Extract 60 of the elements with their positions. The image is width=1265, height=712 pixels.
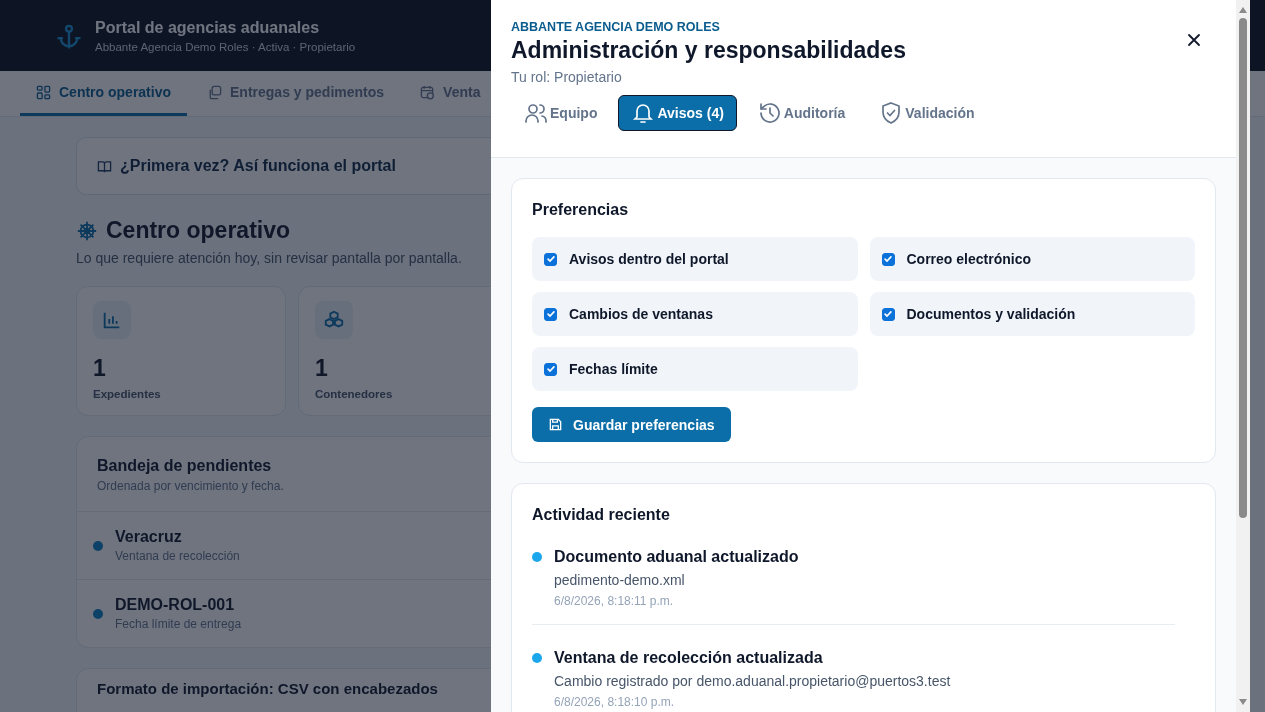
checkbox[interactable] xyxy=(544,252,557,266)
stat-icon xyxy=(93,301,131,339)
activity-time: 6/8/2026, 8:18:10 p.m. xyxy=(554,695,676,709)
stat-icon xyxy=(315,301,353,339)
activity-time: 6/8/2026, 8:18:11 p.m. xyxy=(554,594,675,608)
checkbox[interactable] xyxy=(544,307,557,321)
scrollbar[interactable] xyxy=(1236,0,1250,712)
users-icon xyxy=(524,101,548,125)
save-button[interactable]: Guardar preferencias xyxy=(532,407,731,442)
preference-option[interactable]: Avisos dentro del portal xyxy=(532,237,858,281)
status-dot xyxy=(93,608,103,619)
stat-label: Contenedores xyxy=(315,388,394,400)
close-icon xyxy=(1186,32,1202,48)
stat-label: Expedientes xyxy=(93,388,162,400)
card-title: Formato de importación: CSV con encabezados xyxy=(97,680,438,697)
pending-title: DEMO-ROL-001 xyxy=(115,596,236,614)
card-subtitle: Ordenada por vencimiento y fecha. xyxy=(97,479,284,493)
agency-status: Abbante Agencia Demo Roles · Activa · Propietario xyxy=(95,40,356,53)
pending-title: Veracruz xyxy=(115,528,183,546)
activity-detail: Cambio registrado por demo.aduanal.propietario@puertos3.test xyxy=(554,673,951,689)
page-subtitle: Lo que requiere atención hoy, sin revisar pantalla por pantalla. xyxy=(76,250,462,266)
helm-icon xyxy=(76,219,98,242)
preference-option[interactable]: Cambios de ventanas xyxy=(532,292,858,336)
preference-option[interactable]: Documentos y validación xyxy=(869,292,1195,336)
checkbox[interactable] xyxy=(881,307,895,321)
activity-detail: pedimento-demo.xml xyxy=(554,572,686,588)
drawer-title: Administración y responsabilidades xyxy=(511,37,906,64)
status-dot xyxy=(93,540,103,551)
card-title: Preferencias xyxy=(532,201,630,219)
grid-icon xyxy=(36,84,51,100)
pending-type: Ventana de recolección xyxy=(115,549,240,563)
checkbox[interactable] xyxy=(544,362,557,376)
pending-type: Fecha límite de entrega xyxy=(115,617,242,631)
preference-option[interactable]: Correo electrónico xyxy=(869,237,1195,281)
copy-icon xyxy=(207,84,222,100)
history-icon xyxy=(757,101,782,125)
stat-value: 1 xyxy=(315,355,329,382)
bell-icon xyxy=(631,101,656,125)
activity-dot xyxy=(532,552,542,562)
nav-tab[interactable]: Centro operativo xyxy=(20,71,187,116)
stat-value: 1 xyxy=(93,355,107,382)
drawer-tab[interactable]: Validación xyxy=(866,95,988,131)
preference-option[interactable]: Fechas límite xyxy=(532,347,858,391)
agency-name: ABBANTE AGENCIA DEMO ROLES xyxy=(511,20,720,34)
anchor-icon xyxy=(55,22,83,51)
app-title: Portal de agencias aduanales xyxy=(95,18,321,37)
book-icon xyxy=(97,158,112,174)
drawer-tab[interactable]: Avisos (4) xyxy=(618,95,737,131)
drawer-tab[interactable]: Equipo xyxy=(511,95,611,131)
save-icon xyxy=(548,417,563,432)
checkbox[interactable] xyxy=(881,252,895,266)
activity-title: Ventana de recolección actualizada xyxy=(554,649,824,667)
calendar-clock-icon xyxy=(420,84,436,100)
page-title: Centro operativo xyxy=(106,217,291,244)
drawer-tab[interactable]: Auditoría xyxy=(744,95,859,131)
activity-dot xyxy=(532,653,542,663)
role-label: Tu rol: Propietario xyxy=(511,69,622,85)
card-title: Bandeja de pendientes xyxy=(97,457,272,475)
card-title: Actividad reciente xyxy=(532,506,671,524)
activity-title: Documento aduanal actualizado xyxy=(554,548,799,566)
